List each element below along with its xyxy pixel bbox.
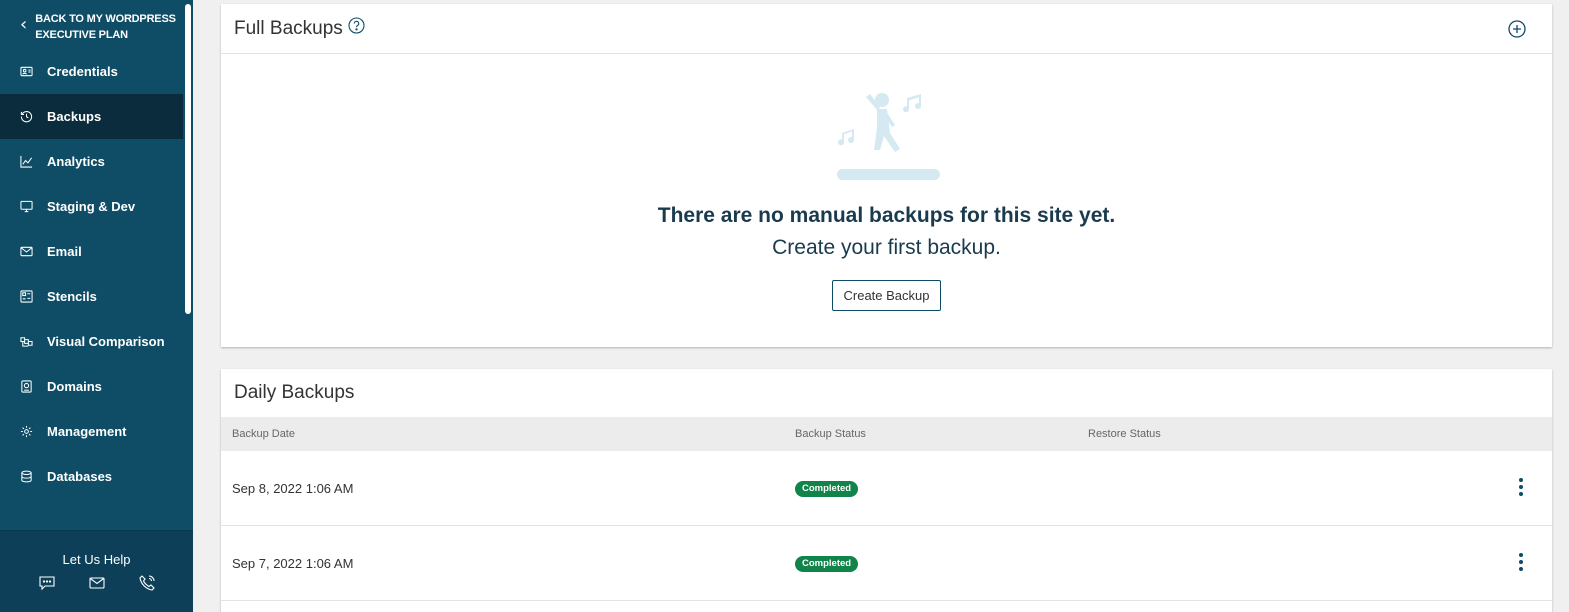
table-row: Sep 7, 2022 1:06 AM Completed [221,526,1552,601]
sidebar-item-label: Credentials [47,64,118,79]
backup-date: Sep 8, 2022 1:06 AM [232,481,354,496]
envelope-icon [20,245,47,258]
column-header-restore-status[interactable]: Restore Status [1088,428,1161,440]
more-options-icon[interactable] [1511,477,1531,501]
sidebar-item-label: Databases [47,469,113,484]
sidebar-item-label: Analytics [47,154,105,169]
column-header-backup-date[interactable]: Backup Date [232,428,295,440]
sidebar-item-domains[interactable]: Domains [0,364,183,409]
stencil-icon [20,290,47,303]
compare-icon [20,335,47,348]
sidebar-scrollbar[interactable] [183,0,193,530]
column-header-backup-status[interactable]: Backup Status [795,428,866,440]
monitor-icon [20,200,47,213]
mail-icon[interactable] [88,574,106,592]
database-icon [20,470,47,483]
sidebar-item-credentials[interactable]: Credentials [0,49,183,94]
empty-state: There are no manual backups for this sit… [221,89,1552,311]
gear-icon [20,425,47,438]
sidebar-item-stencils[interactable]: Stencils [0,274,183,319]
empty-state-subtitle: Create your first backup. [772,236,1001,259]
phone-icon[interactable] [138,574,156,592]
sidebar: ‹ BACK TO MY WORDPRESS EXECUTIVE PLAN Cr… [0,0,193,612]
sidebar-item-management[interactable]: Management [0,409,183,454]
help-title: Let Us Help [62,552,131,567]
sidebar-item-label: Management [47,424,127,439]
sidebar-item-label: Stencils [47,289,97,304]
create-backup-button[interactable]: Create Backup [832,280,941,311]
table-row: Sep 8, 2022 1:06 AM Completed [221,451,1552,526]
chevron-left-icon: ‹ [20,14,28,35]
more-options-icon[interactable] [1511,552,1531,576]
full-backups-card: Full Backups There are no manual backups… [221,4,1552,347]
add-backup-icon[interactable] [1507,19,1527,39]
sidebar-item-label: Domains [47,379,102,394]
empty-state-title: There are no manual backups for this sit… [657,204,1116,227]
sidebar-item-label: Email [47,244,82,259]
full-backups-title: Full Backups [234,17,343,39]
daily-backups-header: Daily Backups [221,369,1552,417]
help-question-icon[interactable] [348,17,365,34]
sidebar-item-label: Backups [47,109,102,124]
domain-icon [20,380,47,393]
sidebar-item-email[interactable]: Email [0,229,183,274]
dancing-person-illustration [832,89,942,184]
status-badge: Completed [795,556,859,572]
daily-backups-card: Daily Backups Backup Date Backup Status … [221,369,1552,612]
sidebar-item-visual-comparison[interactable]: Visual Comparison [0,319,183,364]
backup-date: Sep 7, 2022 1:06 AM [232,556,354,571]
back-to-plan-link[interactable]: ‹ BACK TO MY WORDPRESS EXECUTIVE PLAN [0,0,183,49]
table-header: Backup Date Backup Status Restore Status [221,417,1552,451]
back-link-label: BACK TO MY WORDPRESS EXECUTIVE PLAN [35,13,176,41]
chart-line-icon [20,155,47,168]
history-icon [20,110,47,123]
id-card-icon [20,65,47,78]
full-backups-header: Full Backups [221,4,1552,54]
help-icons [0,574,193,592]
sidebar-nav: Credentials Backups Analytics Staging & … [0,49,183,499]
sidebar-item-staging[interactable]: Staging & Dev [0,184,183,229]
help-panel: Let Us Help [0,530,193,612]
sidebar-item-backups[interactable]: Backups [0,94,183,139]
sidebar-item-label: Staging & Dev [47,199,136,214]
daily-backups-title: Daily Backups [234,382,355,403]
sidebar-item-analytics[interactable]: Analytics [0,139,183,184]
sidebar-item-databases[interactable]: Databases [0,454,183,499]
sidebar-item-label: Visual Comparison [47,334,165,349]
status-badge: Completed [795,481,859,497]
chat-icon[interactable] [38,574,56,592]
scrollbar-thumb[interactable] [185,4,191,314]
